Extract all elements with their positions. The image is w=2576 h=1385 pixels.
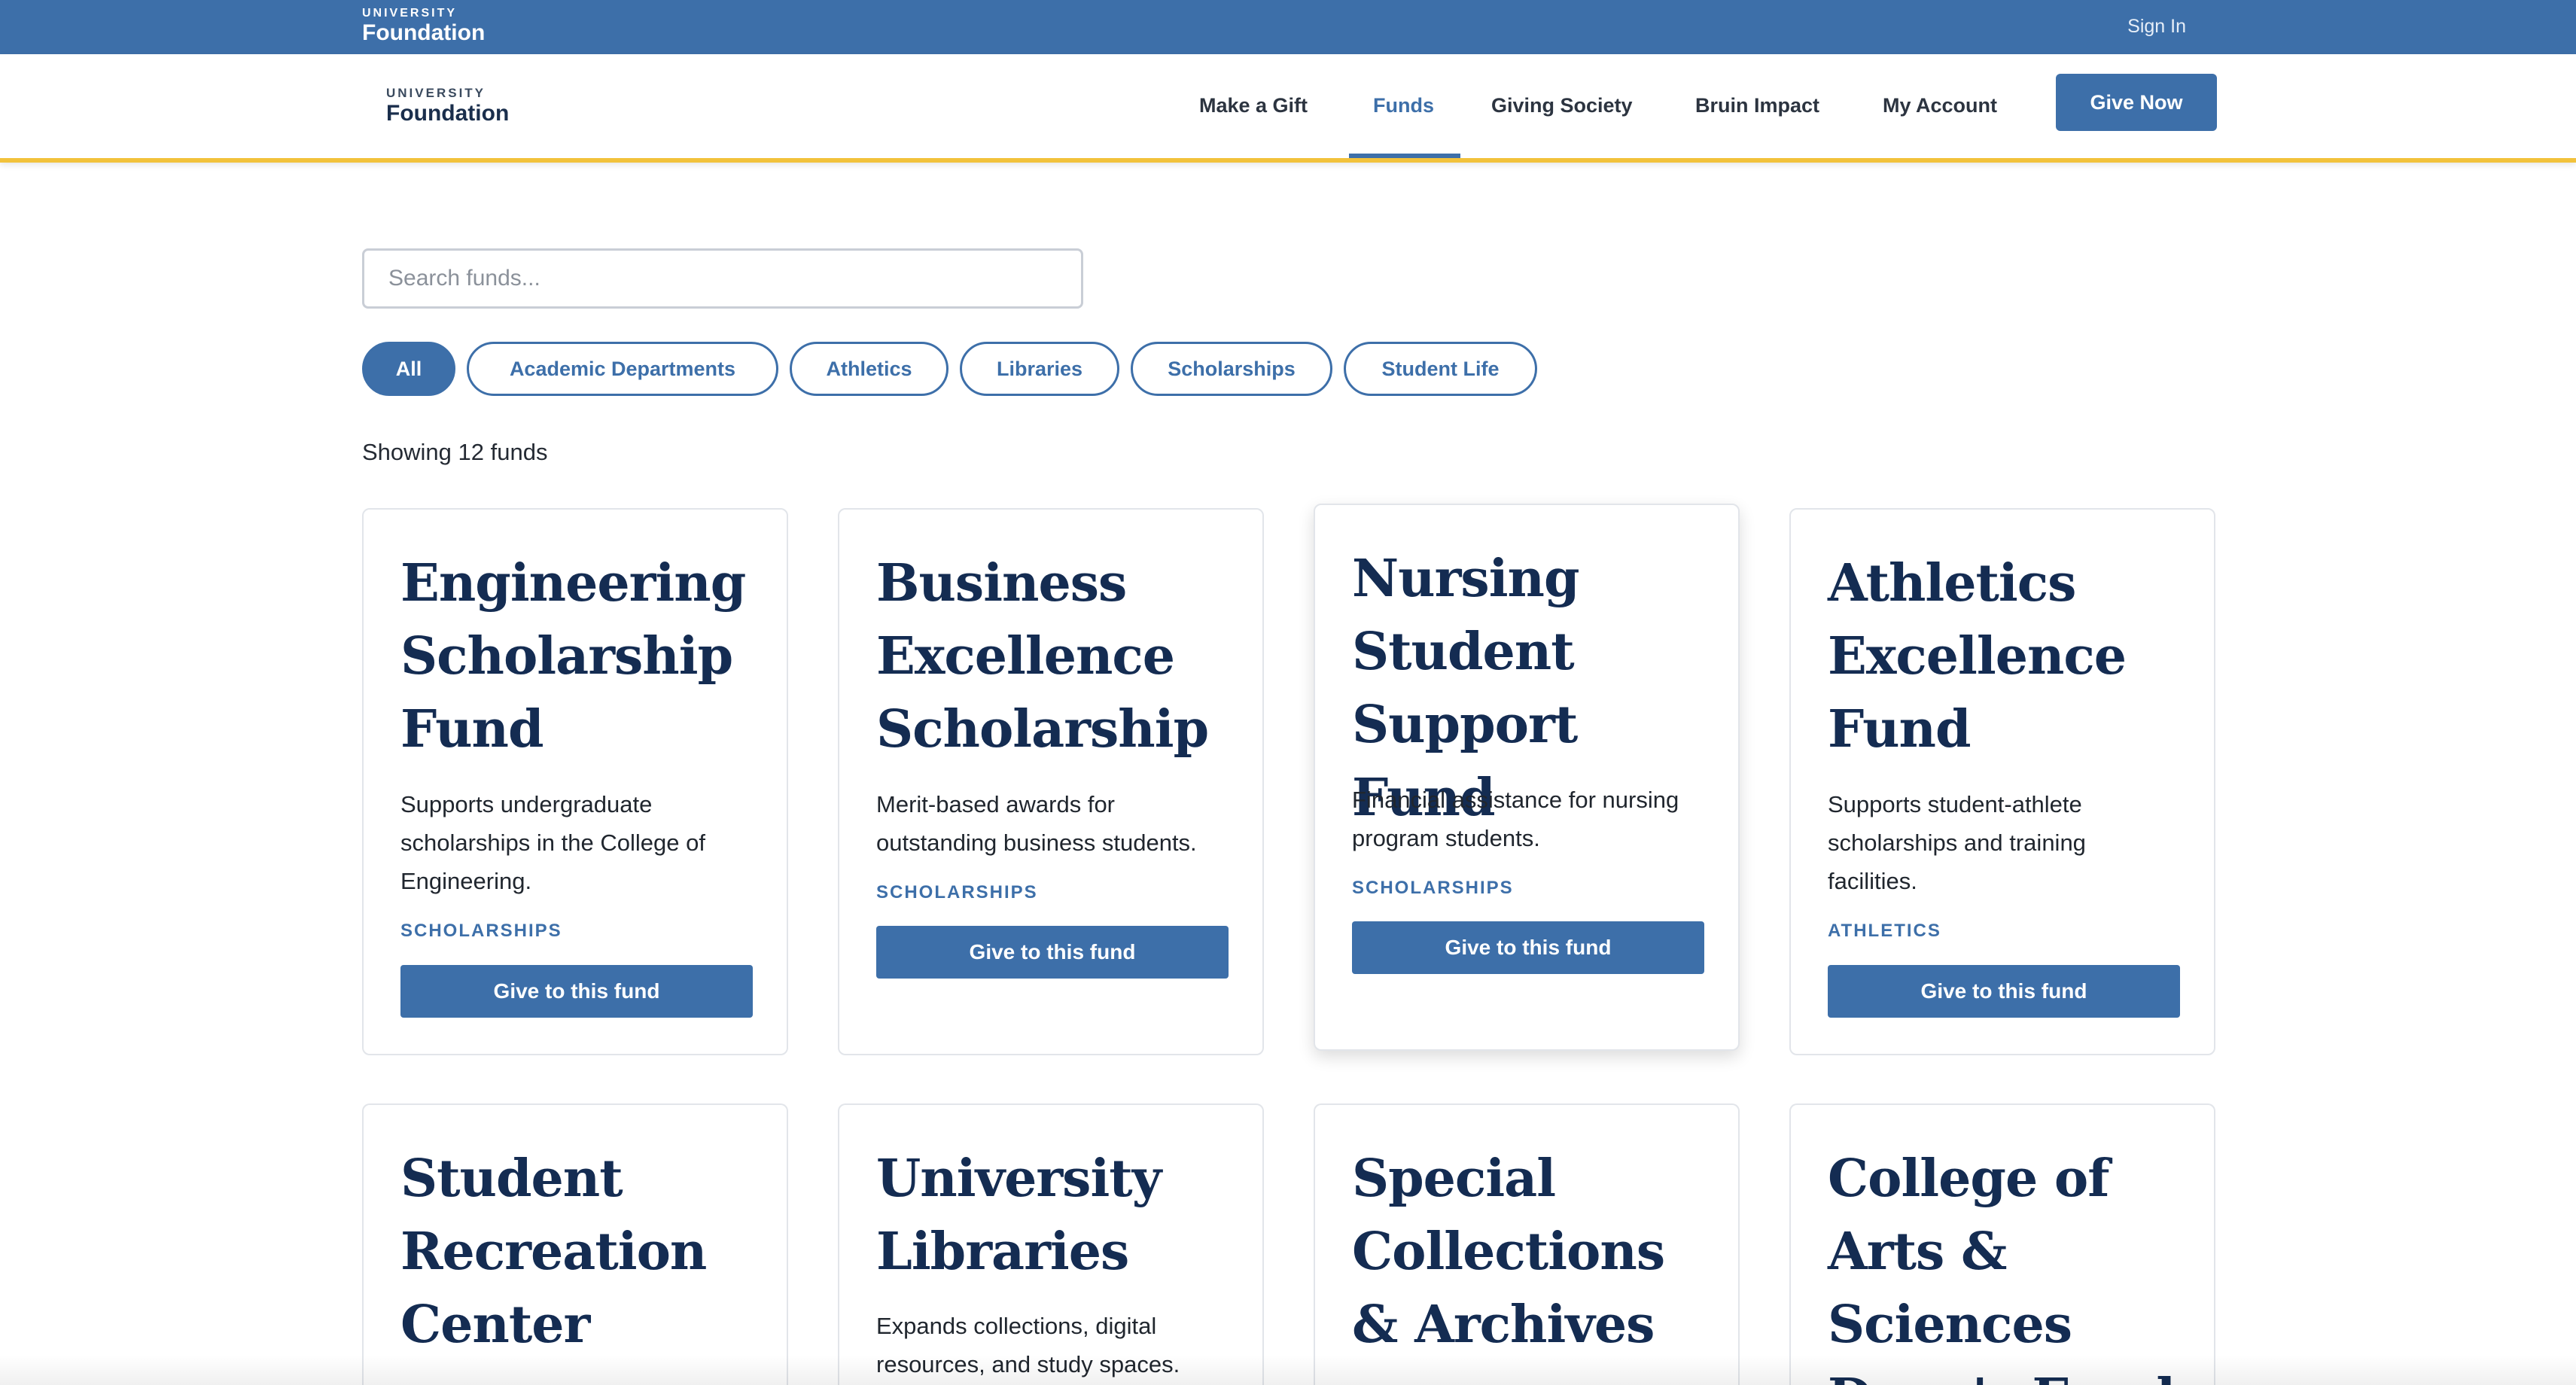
fund-title[interactable]: Business Excellence Scholarship [876,547,1238,766]
give-to-fund-button[interactable]: Give to this fund [400,965,753,1018]
search-input[interactable] [362,248,1083,309]
active-nav-indicator [1349,154,1460,158]
bottom-fade [0,1355,2576,1385]
nav-link-make-a-gift[interactable]: Make a Gift [1199,90,1308,120]
fund-title[interactable]: Student Recreation Center [400,1143,762,1362]
give-to-fund-button[interactable]: Give to this fund [1828,965,2180,1018]
fund-card[interactable]: Special Collections & Archives [1314,1103,1740,1385]
fund-category: Athletics [1828,921,1941,941]
nav-link-bruin-impact[interactable]: Bruin Impact [1695,90,1819,120]
utility-bar: UNIVERSITY Foundation Sign In [0,0,2576,54]
fund-description: Merit-based awards for outstanding busin… [876,791,1197,856]
filter-chip-scholarships[interactable]: Scholarships [1131,342,1332,396]
fund-description: Supports student-athlete scholarships an… [1828,791,2086,894]
fund-description: Financial assistance for nursing program… [1352,787,1679,851]
fund-category: Scholarships [876,882,1038,903]
site-logo-small: UNIVERSITY [386,86,486,100]
fund-card[interactable]: Athletics Excellence Fund Supports stude… [1789,508,2215,1055]
fund-title[interactable]: Engineering Scholarship Fund [400,547,762,766]
fund-description: Supports undergraduate scholarships in t… [400,791,705,894]
give-now-button[interactable]: Give Now [2056,74,2217,131]
fund-card[interactable]: Student Recreation Center [362,1103,788,1385]
fund-card[interactable]: Engineering Scholarship Fund Supports un… [362,508,788,1055]
fund-card[interactable]: University Libraries Expands collections… [838,1103,1264,1385]
filter-chip-libraries[interactable]: Libraries [960,342,1119,396]
filter-chip-athletics[interactable]: Athletics [790,342,948,396]
nav-link-funds[interactable]: Funds [1373,90,1434,120]
fund-title[interactable]: College of Arts & Sciences Dean's Fund [1828,1143,2189,1385]
filter-chip-student-life[interactable]: Student Life [1344,342,1537,396]
fund-title[interactable]: Athletics Excellence Fund [1828,547,2189,766]
results-count: Showing 12 funds [362,439,548,465]
utility-logo[interactable]: UNIVERSITY Foundation [362,7,485,46]
sign-in-link[interactable]: Sign In [2127,14,2186,39]
fund-title[interactable]: University Libraries [876,1143,1238,1289]
give-to-fund-button[interactable]: Give to this fund [1352,921,1704,974]
fund-category: Scholarships [400,921,562,941]
utility-logo-small: UNIVERSITY [362,7,458,20]
nav-link-giving-society[interactable]: Giving Society [1491,90,1633,120]
fund-card[interactable]: College of Arts & Sciences Dean's Fund [1789,1103,2215,1385]
filter-chip-academic-departments[interactable]: Academic Departments [467,342,778,396]
fund-card[interactable]: Nursing Student Support Fund Financial a… [1314,504,1740,1051]
give-to-fund-button[interactable]: Give to this fund [876,926,1229,979]
site-logo-big: Foundation [386,101,510,126]
fund-category: Scholarships [1352,878,1514,898]
fund-card[interactable]: Business Excellence Scholarship Merit-ba… [838,508,1264,1055]
fund-title[interactable]: Special Collections & Archives [1352,1143,1713,1362]
filter-chip-all[interactable]: All [362,342,455,396]
main-nav: UNIVERSITY Foundation Make a Gift Funds … [0,54,2576,163]
utility-logo-big: Foundation [362,20,486,45]
site-logo[interactable]: UNIVERSITY Foundation [386,86,509,126]
nav-link-my-account[interactable]: My Account [1883,90,1997,120]
